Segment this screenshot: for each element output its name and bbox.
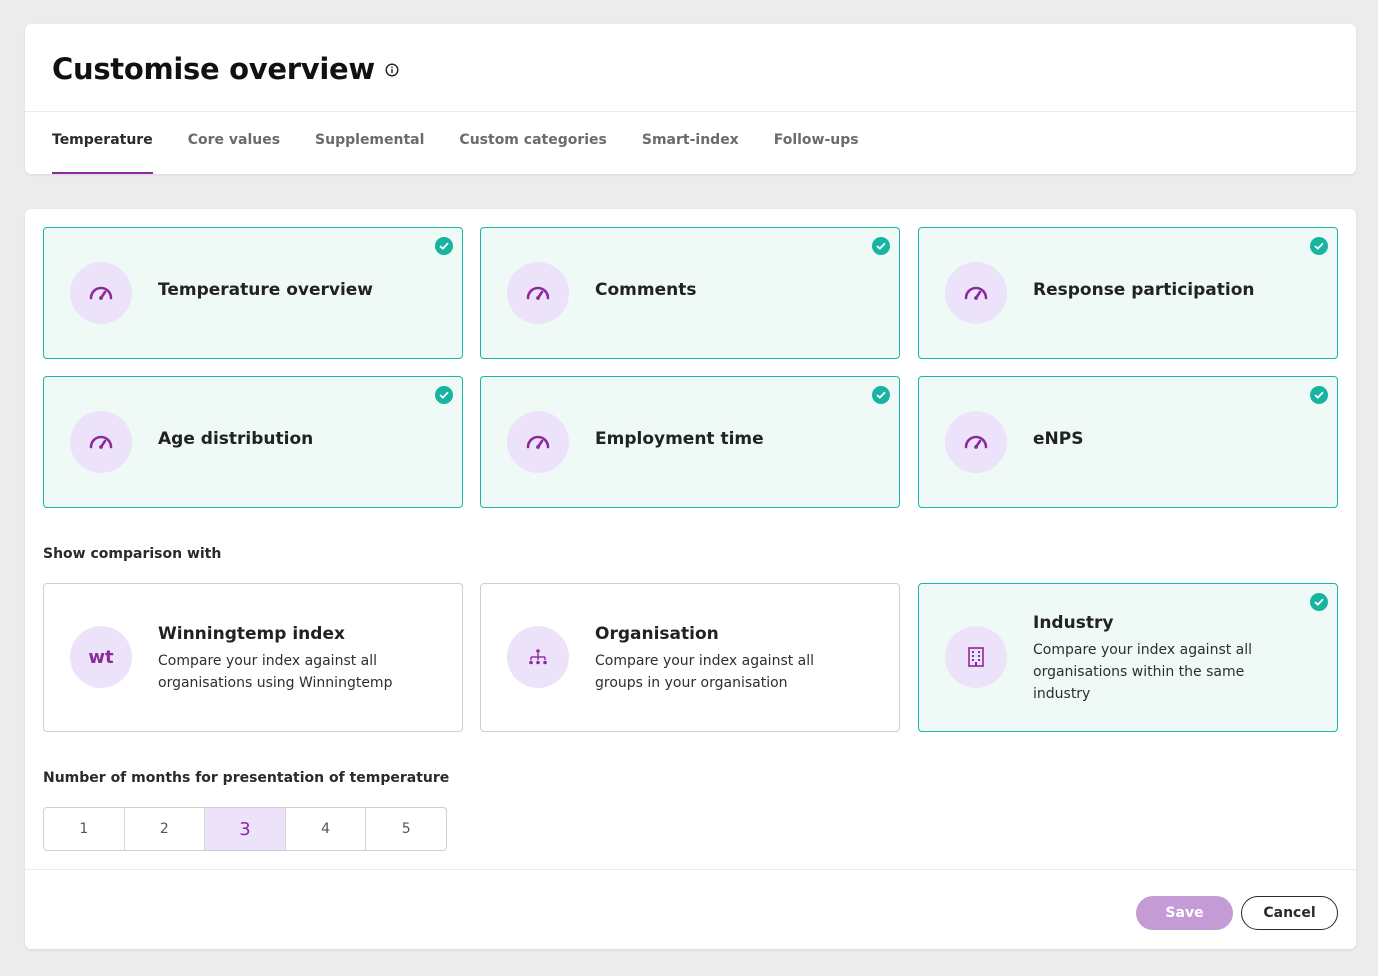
gauge-icon: [70, 262, 132, 324]
page-title: Customise overview: [52, 52, 375, 86]
comparison-description: Compare your index against all organisat…: [1033, 642, 1253, 702]
month-option-4[interactable]: 4: [286, 808, 367, 850]
info-icon[interactable]: [385, 62, 399, 77]
check-icon: [1310, 237, 1328, 255]
months-segmented-control: 1 2 3 4 5: [43, 807, 447, 851]
months-label: Number of months for presentation of tem…: [43, 770, 450, 786]
widget-tile-temperature-overview[interactable]: Temperature overview: [43, 227, 463, 359]
widget-title: Employment time: [595, 429, 764, 449]
building-icon: [945, 626, 1007, 688]
gauge-icon: [945, 411, 1007, 473]
month-option-5[interactable]: 5: [366, 808, 446, 850]
tab-custom-categories[interactable]: Custom categories: [459, 132, 606, 174]
comparison-title: Industry: [1033, 613, 1114, 633]
cancel-button[interactable]: Cancel: [1241, 896, 1338, 930]
wt-logo-text: wt: [88, 646, 114, 668]
comparison-description: Compare your index against all groups in…: [595, 653, 815, 691]
header-card: Customise overview Temperature Core valu…: [25, 24, 1356, 174]
widget-tile-enps[interactable]: eNPS: [918, 376, 1338, 508]
tab-core-values[interactable]: Core values: [188, 132, 280, 174]
widget-tile-age-distribution[interactable]: Age distribution: [43, 376, 463, 508]
comparison-description: Compare your index against all organisat…: [158, 653, 393, 691]
widget-title: eNPS: [1033, 429, 1084, 449]
footer-divider: [25, 869, 1356, 870]
widget-tile-comments[interactable]: Comments: [480, 227, 900, 359]
comparison-title: Winningtemp index: [158, 624, 345, 644]
month-option-1[interactable]: 1: [44, 808, 125, 850]
save-button[interactable]: Save: [1136, 896, 1233, 930]
widget-tile-employment-time[interactable]: Employment time: [480, 376, 900, 508]
winningtemp-logo-icon: wt: [70, 626, 132, 688]
widget-title: Comments: [595, 280, 697, 300]
check-icon: [872, 237, 890, 255]
check-icon: [435, 237, 453, 255]
comparison-label: Show comparison with: [43, 546, 222, 562]
tab-follow-ups[interactable]: Follow-ups: [774, 132, 859, 174]
comparison-option-organisation[interactable]: Organisation Compare your index against …: [480, 583, 900, 732]
main-card: Temperature overview Comments Response p…: [25, 209, 1356, 949]
gauge-icon: [945, 262, 1007, 324]
tab-bar: Temperature Core values Supplemental Cus…: [52, 132, 894, 174]
tab-supplemental[interactable]: Supplemental: [315, 132, 424, 174]
gauge-icon: [507, 262, 569, 324]
comparison-option-winningtemp[interactable]: wt Winningtemp index Compare your index …: [43, 583, 463, 732]
comparison-title: Organisation: [595, 624, 719, 644]
comparison-option-industry[interactable]: Industry Compare your index against all …: [918, 583, 1338, 732]
widget-title: Age distribution: [158, 429, 314, 449]
check-icon: [1310, 386, 1328, 404]
widget-title: Temperature overview: [158, 280, 374, 300]
header-divider: [25, 111, 1356, 112]
widget-tile-response-participation[interactable]: Response participation: [918, 227, 1338, 359]
month-option-2[interactable]: 2: [125, 808, 206, 850]
check-icon: [1310, 593, 1328, 611]
title-row: Customise overview: [52, 52, 399, 86]
org-tree-icon: [507, 626, 569, 688]
gauge-icon: [507, 411, 569, 473]
month-option-3[interactable]: 3: [205, 808, 286, 850]
check-icon: [435, 386, 453, 404]
tab-temperature[interactable]: Temperature: [52, 132, 153, 174]
gauge-icon: [70, 411, 132, 473]
check-icon: [872, 386, 890, 404]
widget-title: Response participation: [1033, 280, 1255, 300]
tab-smart-index[interactable]: Smart-index: [642, 132, 739, 174]
